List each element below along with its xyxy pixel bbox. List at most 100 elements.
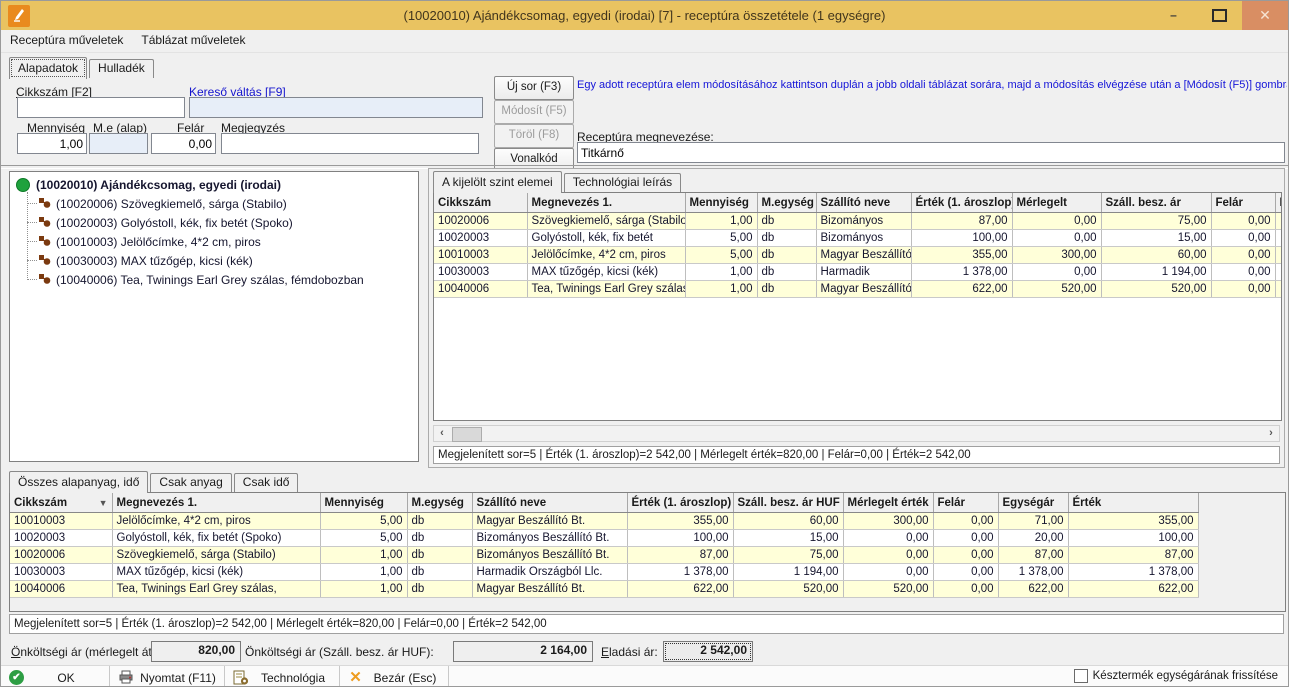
table-cell[interactable]: 15,00 <box>733 530 843 547</box>
table-row[interactable]: 10030003MAX tűzőgép, kicsi (kék)1,00dbHa… <box>434 264 1282 281</box>
table-cell[interactable]: 0,00 <box>1012 230 1101 247</box>
menu-item[interactable]: Receptúra műveletek <box>1 30 132 52</box>
table-cell[interactable]: 622,00 <box>627 581 733 598</box>
table-cell[interactable]: 87,00 <box>627 547 733 564</box>
tab[interactable]: Hulladék <box>89 59 154 78</box>
table-cell[interactable]: db <box>407 547 472 564</box>
table-cell[interactable]: Magyar Beszállító <box>816 281 911 298</box>
table-cell[interactable]: 300,00 <box>1012 247 1101 264</box>
table-cell[interactable]: Magyar Beszállító <box>816 247 911 264</box>
table-cell[interactable]: 1 378,00 <box>911 264 1012 281</box>
eladasi-ar-field[interactable]: 2 542,00 <box>663 641 753 662</box>
table-cell[interactable]: 10010003 <box>10 513 112 530</box>
column-header[interactable]: Megnevezés 1. <box>112 493 320 513</box>
table-cell[interactable]: Tea, Twinings Earl Grey szálas, <box>112 581 320 598</box>
table-cell[interactable]: 1 194,00 <box>733 564 843 581</box>
table-cell[interactable]: 0,00 <box>933 513 998 530</box>
table-cell[interactable]: Jelölőcímke, 4*2 cm, piros <box>527 247 685 264</box>
table-cell[interactable]: 10020003 <box>434 230 527 247</box>
scrollbar-thumb[interactable] <box>452 427 482 442</box>
column-header[interactable]: Felár <box>1211 193 1275 213</box>
tree-child-item[interactable]: (10040006) Tea, Twinings Earl Grey szála… <box>38 270 414 289</box>
table-cell[interactable]: 1 378,00 <box>627 564 733 581</box>
table-cell[interactable]: Harmadik <box>816 264 911 281</box>
table-cell[interactable]: 100,00 <box>627 530 733 547</box>
table-row[interactable]: 10010003Jelölőcímke, 4*2 cm, piros5,00db… <box>434 247 1282 264</box>
table-cell[interactable]: db <box>407 513 472 530</box>
table-cell[interactable]: db <box>757 213 816 230</box>
table-cell[interactable]: 1,00 <box>320 547 407 564</box>
table-cell[interactable]: 10030003 <box>434 264 527 281</box>
table-cell[interactable]: Golyóstoll, kék, fix betét <box>527 230 685 247</box>
column-header[interactable]: Mennyiség <box>685 193 757 213</box>
column-header[interactable]: Száll. besz. ár HUF <box>733 493 843 513</box>
table-cell[interactable]: 622,00 <box>911 281 1012 298</box>
table-cell[interactable]: 520,00 <box>733 581 843 598</box>
table-cell[interactable]: 520,00 <box>843 581 933 598</box>
ok-button[interactable]: ✔OK <box>1 666 110 687</box>
tab[interactable]: Csak idő <box>234 473 299 492</box>
table-cell[interactable]: 1,00 <box>685 264 757 281</box>
table-cell[interactable]: Bizományos Beszállító Bt. <box>472 547 627 564</box>
action-button[interactable]: Új sor (F3) <box>494 76 574 100</box>
table-cell[interactable]: 0,00 <box>933 581 998 598</box>
table-cell[interactable] <box>1275 247 1282 264</box>
table-cell[interactable]: 5,00 <box>685 247 757 264</box>
kereso-valtas-input[interactable] <box>189 97 483 118</box>
table-cell[interactable]: Tea, Twinings Earl Grey szálas, <box>527 281 685 298</box>
table-cell[interactable]: 0,00 <box>1211 213 1275 230</box>
table-cell[interactable]: 1,00 <box>320 581 407 598</box>
tab[interactable]: Alapadatok <box>9 57 87 79</box>
table-row[interactable]: 10020006Szövegkiemelő, sárga (Stabilo)1,… <box>10 547 1198 564</box>
table-cell[interactable]: 1,00 <box>685 213 757 230</box>
column-header[interactable]: Megnevezés 1. <box>527 193 685 213</box>
column-header[interactable]: Cikkszám <box>434 193 527 213</box>
column-header[interactable]: Cikkszám▼ <box>10 493 112 513</box>
table-cell[interactable]: 87,00 <box>1068 547 1198 564</box>
table-cell[interactable]: 520,00 <box>1012 281 1101 298</box>
table-cell[interactable]: 60,00 <box>1101 247 1211 264</box>
table-cell[interactable]: 5,00 <box>320 530 407 547</box>
tab[interactable]: Csak anyag <box>150 473 231 492</box>
table-cell[interactable]: db <box>757 281 816 298</box>
table-cell[interactable]: 10040006 <box>434 281 527 298</box>
table-cell[interactable]: 0,00 <box>1211 247 1275 264</box>
table-cell[interactable]: 71,00 <box>998 513 1068 530</box>
table-row[interactable]: 10010003Jelölőcímke, 4*2 cm, piros5,00db… <box>10 513 1198 530</box>
table-row[interactable]: 10030003MAX tűzőgép, kicsi (kék)1,00dbHa… <box>10 564 1198 581</box>
table-cell[interactable]: 1 194,00 <box>1101 264 1211 281</box>
tab[interactable]: A kijelölt szint elemei <box>433 171 562 193</box>
table-cell[interactable]: 1 378,00 <box>998 564 1068 581</box>
table-cell[interactable]: 87,00 <box>998 547 1068 564</box>
scroll-right-arrow-icon[interactable]: › <box>1263 426 1279 441</box>
table-cell[interactable]: 0,00 <box>843 564 933 581</box>
column-header[interactable]: Felár <box>933 493 998 513</box>
table-cell[interactable]: db <box>757 230 816 247</box>
table-cell[interactable]: db <box>757 264 816 281</box>
table-cell[interactable]: 0,00 <box>843 547 933 564</box>
table-cell[interactable]: 87,00 <box>911 213 1012 230</box>
table-cell[interactable]: Szövegkiemelő, sárga (Stabilo) <box>112 547 320 564</box>
table-row[interactable]: 10040006Tea, Twinings Earl Grey szálas,1… <box>10 581 1198 598</box>
column-header[interactable]: Szállító neve <box>816 193 911 213</box>
table-cell[interactable]: Jelölőcímke, 4*2 cm, piros <box>112 513 320 530</box>
tab[interactable]: Technológiai leírás <box>564 173 681 192</box>
table-cell[interactable]: 10010003 <box>434 247 527 264</box>
me-alap-input[interactable] <box>89 133 148 154</box>
bez-r-esc-button[interactable]: ✕Bezár (Esc) <box>340 666 449 687</box>
table-cell[interactable]: 0,00 <box>933 564 998 581</box>
table-cell[interactable]: 10020006 <box>434 213 527 230</box>
technol-gia-button[interactable]: Technológia <box>225 666 340 687</box>
receptura-megnevezese-input[interactable] <box>577 142 1285 163</box>
onkoltsegi-merlegelt-field[interactable]: 820,00 <box>151 641 241 662</box>
table-cell[interactable]: 100,00 <box>1068 530 1198 547</box>
close-button[interactable]: ✕ <box>1242 1 1288 30</box>
column-header[interactable]: Szállító neve <box>472 493 627 513</box>
table-cell[interactable]: 15,00 <box>1101 230 1211 247</box>
table-cell[interactable]: 355,00 <box>911 247 1012 264</box>
column-header[interactable]: Érték (1. ároszlop) <box>627 493 733 513</box>
table-cell[interactable]: Golyóstoll, kék, fix betét (Spoko) <box>112 530 320 547</box>
table-cell[interactable]: db <box>407 564 472 581</box>
table-cell[interactable]: Magyar Beszállító Bt. <box>472 513 627 530</box>
table-cell[interactable] <box>1275 281 1282 298</box>
